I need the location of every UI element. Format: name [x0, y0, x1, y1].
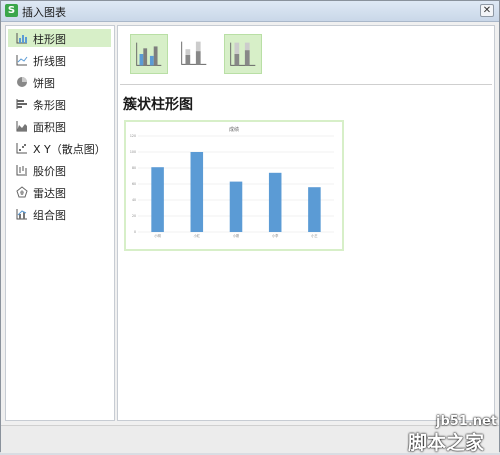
preview-bar-chart: 成绩 0 20 40 60 80 100 120 小明 小红 小刚 小李 小王 — [130, 126, 334, 238]
x-tick-label: 小明 — [154, 233, 160, 238]
wps-app-icon: S — [5, 4, 18, 17]
title-bar[interactable]: S 插入图表 ✕ — [1, 1, 499, 22]
radar-chart-icon — [16, 186, 28, 198]
stacked-column-icon — [181, 41, 207, 65]
sidebar-item-label: 面积图 — [33, 121, 66, 134]
percent-stacked-column-icon — [230, 42, 256, 66]
y-tick-label: 20 — [132, 214, 136, 218]
chart-type-title: 簇状柱形图 — [123, 97, 193, 113]
sidebar-item-label: 饼图 — [33, 77, 55, 90]
x-tick-label: 小红 — [194, 233, 201, 238]
chart-title: 成绩 — [229, 126, 239, 133]
sidebar-item-label: 条形图 — [33, 99, 66, 112]
subtype-clustered-column[interactable] — [130, 34, 168, 74]
sidebar-item-area[interactable]: 面积图 — [8, 117, 111, 135]
pie-chart-icon — [17, 77, 27, 87]
x-tick-label: 小李 — [272, 233, 279, 238]
clustered-column-icon — [136, 42, 162, 66]
sidebar-item-label: 雷达图 — [33, 187, 66, 200]
chart-preview[interactable]: 成绩 0 20 40 60 80 100 120 小明 小红 小刚 小李 小王 — [124, 120, 344, 251]
sidebar-item-label: X Y（散点图） — [33, 143, 106, 156]
horizontal-bar-chart-icon — [16, 99, 27, 109]
chart-bar — [268, 172, 282, 232]
chart-bar — [190, 152, 204, 232]
chart-bar — [151, 167, 164, 232]
y-tick-label: 60 — [132, 182, 136, 186]
x-tick-label: 小刚 — [233, 233, 239, 238]
y-tick-label: 80 — [132, 166, 136, 170]
subtype-stacked-column[interactable] — [176, 34, 214, 74]
section-divider — [120, 84, 492, 85]
sidebar-item-bar[interactable]: 条形图 — [8, 95, 111, 113]
watermark-site: jb51.net — [436, 414, 498, 429]
sidebar-item-stock[interactable]: 股价图 — [8, 161, 111, 179]
y-tick-label: 0 — [134, 230, 136, 234]
sidebar-item-radar[interactable]: 雷达图 — [8, 183, 111, 201]
line-chart-icon — [16, 55, 28, 66]
area-chart-icon — [16, 121, 27, 132]
y-tick-label: 40 — [132, 198, 136, 202]
y-tick-label: 120 — [130, 134, 136, 138]
combo-chart-icon — [16, 209, 27, 220]
chart-bar — [308, 187, 321, 232]
sidebar-item-label: 柱形图 — [33, 33, 66, 46]
chart-type-list: 柱形图 折线图 饼图 条形图 面积图 X Y（散点图） 股价图 雷达图 组合图 — [5, 25, 115, 421]
chart-bar — [229, 181, 243, 232]
stock-chart-icon — [16, 165, 27, 176]
chart-main-panel: 簇状柱形图 成绩 0 20 40 60 80 100 120 小明 小红 小刚 小李 小王 — [117, 25, 495, 421]
sidebar-item-scatter[interactable]: X Y（散点图） — [8, 139, 111, 157]
y-tick-label: 100 — [130, 150, 136, 154]
sidebar-item-column[interactable]: 柱形图 — [8, 29, 111, 47]
sidebar-item-line[interactable]: 折线图 — [8, 51, 111, 69]
scatter-chart-icon — [16, 143, 27, 154]
watermark-name: 脚本之家 — [408, 432, 485, 454]
insert-chart-dialog: S 插入图表 ✕ 柱形图 折线图 饼图 条形图 面积图 X Y（散点图） 股价图… — [0, 0, 500, 453]
bar-chart-icon — [16, 33, 27, 44]
subtype-percent-stacked-column[interactable] — [224, 34, 262, 74]
close-button[interactable]: ✕ — [480, 4, 494, 17]
sidebar-item-pie[interactable]: 饼图 — [8, 73, 111, 91]
sidebar-item-combo[interactable]: 组合图 — [8, 205, 111, 223]
sidebar-item-label: 股价图 — [33, 165, 66, 178]
dialog-title: 插入图表 — [22, 6, 66, 19]
x-tick-label: 小王 — [311, 233, 318, 238]
sidebar-item-label: 组合图 — [33, 209, 66, 222]
sidebar-item-label: 折线图 — [33, 55, 66, 68]
